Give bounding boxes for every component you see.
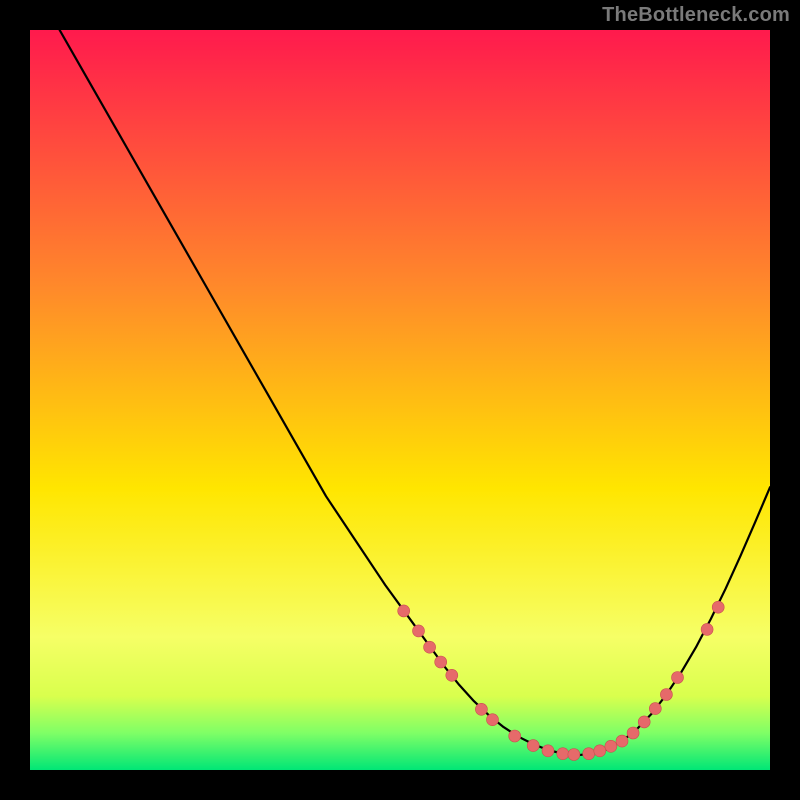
curve-marker	[583, 748, 595, 760]
curve-marker	[446, 669, 458, 681]
curve-marker	[413, 625, 425, 637]
plot-area	[30, 30, 770, 770]
curve-marker	[701, 623, 713, 635]
curve-marker	[542, 745, 554, 757]
curve-marker	[672, 672, 684, 684]
bottleneck-chart	[30, 30, 770, 770]
curve-marker	[424, 641, 436, 653]
curve-marker	[594, 745, 606, 757]
curve-marker	[568, 749, 580, 761]
curve-marker	[398, 605, 410, 617]
chart-frame: TheBottleneck.com	[0, 0, 800, 800]
curve-marker	[712, 601, 724, 613]
curve-marker	[616, 735, 628, 747]
watermark-text: TheBottleneck.com	[602, 4, 790, 27]
gradient-background	[30, 30, 770, 770]
curve-marker	[557, 748, 569, 760]
curve-marker	[627, 727, 639, 739]
curve-marker	[638, 716, 650, 728]
curve-marker	[660, 689, 672, 701]
curve-marker	[509, 730, 521, 742]
curve-marker	[605, 740, 617, 752]
curve-marker	[527, 740, 539, 752]
curve-marker	[435, 656, 447, 668]
curve-marker	[487, 714, 499, 726]
curve-marker	[475, 703, 487, 715]
curve-marker	[649, 703, 661, 715]
